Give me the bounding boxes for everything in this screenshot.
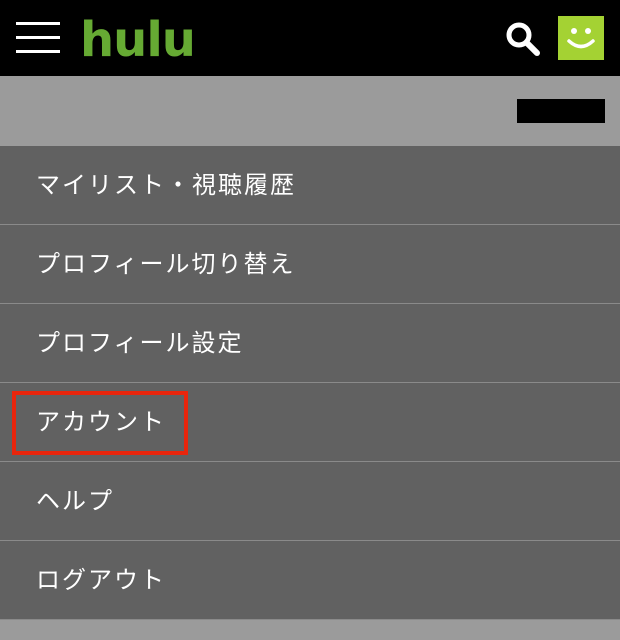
menu-item-label: ログアウト [36,566,166,594]
top-bar: hulu [0,0,620,76]
menu-item-label: ヘルプ [36,487,114,515]
smiley-avatar-icon[interactable] [558,16,604,60]
menu-item-switch-profile[interactable]: プロフィール切り替え [0,225,620,304]
menu-item-profile-settings[interactable]: プロフィール設定 [0,304,620,383]
menu-item-label: プロフィール設定 [36,329,244,357]
menu-item-label: アカウント [36,408,166,436]
search-icon[interactable] [504,20,542,58]
menu-item-label: マイリスト・視聴履歴 [36,171,296,199]
hamburger-icon[interactable] [16,22,60,56]
menu-item-help[interactable]: ヘルプ [0,462,620,541]
redacted-username [517,99,605,123]
sub-header [0,76,620,146]
account-menu: マイリスト・視聴履歴 プロフィール切り替え プロフィール設定 アカウント ヘルプ… [0,146,620,620]
menu-item-mylist-history[interactable]: マイリスト・視聴履歴 [0,146,620,225]
menu-item-label: プロフィール切り替え [36,250,296,278]
hulu-logo[interactable]: hulu [80,10,196,70]
menu-item-logout[interactable]: ログアウト [0,541,620,620]
menu-item-account[interactable]: アカウント [0,383,620,462]
bottom-strip [0,620,620,640]
